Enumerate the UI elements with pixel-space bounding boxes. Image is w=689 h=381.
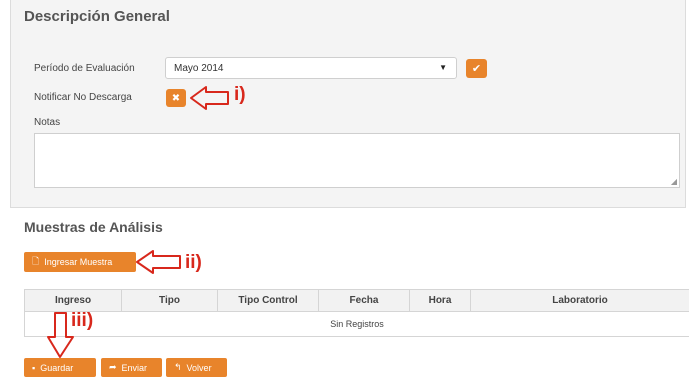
annotation-arrow-i	[190, 86, 229, 110]
annotation-arrows	[47, 86, 229, 358]
annotation-arrow-iii	[47, 312, 74, 358]
annotation-label-iii: iii)	[71, 310, 94, 331]
annotation-label-i: i)	[234, 84, 246, 105]
annotation-arrow-ii	[136, 250, 181, 274]
annotation-label-ii: ii)	[185, 252, 202, 273]
